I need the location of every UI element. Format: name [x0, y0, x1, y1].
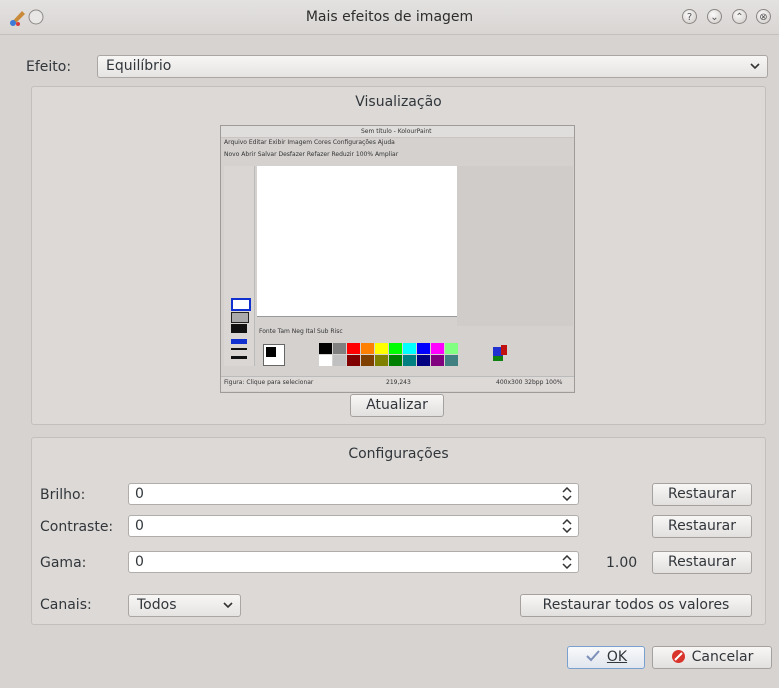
- thumb-shape-option: [231, 324, 247, 333]
- gamma-reset-button[interactable]: Restaurar: [652, 551, 752, 574]
- palette-swatch: [347, 343, 360, 354]
- thumb-line-width: [231, 348, 247, 350]
- cancel-icon: [671, 650, 685, 663]
- spin-arrows-icon[interactable]: [562, 487, 572, 501]
- brightness-value: 0: [135, 486, 144, 502]
- maximize-icon[interactable]: ⌃: [732, 9, 747, 24]
- channels-value: Todos: [137, 597, 177, 613]
- window-title: Mais efeitos de imagem: [305, 9, 474, 25]
- thumb-shape-option: [231, 312, 249, 323]
- close-icon[interactable]: ⊗: [756, 9, 771, 24]
- palette-swatch: [361, 343, 374, 354]
- cancel-button[interactable]: Cancelar: [652, 646, 772, 669]
- palette-swatch: [389, 355, 402, 366]
- channels-label: Canais:: [40, 597, 92, 613]
- thumb-status-mid: 219,243: [386, 379, 411, 386]
- effect-value: Equilíbrio: [106, 58, 172, 74]
- thumb-toolbar: Novo Abrir Salvar Desfazer Refazer Reduz…: [224, 151, 399, 158]
- palette-swatch: [347, 355, 360, 366]
- palette-swatch: [319, 343, 332, 354]
- chevron-down-icon: [223, 602, 233, 609]
- brightness-spinbox[interactable]: 0: [128, 483, 579, 505]
- palette-swatch: [375, 355, 388, 366]
- minimize-icon[interactable]: ⌄: [707, 9, 722, 24]
- palette-swatch: [403, 343, 416, 354]
- palette-swatch: [417, 355, 430, 366]
- thumb-toolbox: [224, 166, 255, 366]
- thumb-fg-colour: [266, 347, 276, 357]
- thumb-menubar: Arquivo Editar Exibir Imagem Cores Confi…: [224, 139, 395, 146]
- thumb-cube-face: [493, 356, 503, 361]
- preview-image: Sem título - KolourPaint Arquivo Editar …: [220, 125, 575, 393]
- check-icon: [586, 650, 600, 662]
- thumb-palette: [319, 343, 463, 367]
- effect-combobox[interactable]: Equilíbrio: [97, 55, 768, 78]
- contrast-reset-label: Restaurar: [667, 518, 737, 534]
- thumb-canvas: [257, 166, 458, 317]
- chevron-down-icon: [750, 63, 760, 70]
- reset-all-button[interactable]: Restaurar todos os valores: [520, 594, 752, 617]
- ok-button[interactable]: OK: [567, 646, 645, 669]
- channels-combobox[interactable]: Todos: [128, 594, 241, 617]
- thumb-status-right: 400x300 32bpp 100%: [496, 379, 563, 386]
- palette-swatch: [403, 355, 416, 366]
- thumb-shape-option: [231, 298, 251, 311]
- palette-swatch: [361, 355, 374, 366]
- thumb-title: Sem título - KolourPaint: [361, 128, 432, 135]
- palette-swatch: [333, 343, 346, 354]
- palette-swatch: [431, 355, 444, 366]
- reset-all-label: Restaurar todos os valores: [542, 597, 730, 613]
- palette-swatch: [389, 343, 402, 354]
- thumb-cube-face: [501, 345, 507, 355]
- thumb-status-left: Figura: Clique para selecionar: [224, 379, 314, 386]
- title-bar: Mais efeitos de imagem ? ⌄ ⌃ ⊗: [0, 0, 779, 35]
- effect-label: Efeito:: [26, 59, 72, 75]
- gamma-label: Gama:: [40, 555, 87, 571]
- palette-swatch: [445, 343, 458, 354]
- thumb-line-width: [231, 339, 247, 344]
- spin-arrows-icon[interactable]: [562, 555, 572, 569]
- thumb-text-toolbar: Fonte Tam Neg Ital Sub Risc: [259, 328, 343, 335]
- contrast-value: 0: [135, 518, 144, 534]
- gamma-spinbox[interactable]: 0: [128, 551, 579, 573]
- gamma-value: 0: [135, 554, 144, 570]
- preview-title: Visualização: [355, 94, 442, 110]
- brightness-reset-label: Restaurar: [667, 486, 737, 502]
- brightness-reset-button[interactable]: Restaurar: [652, 483, 752, 506]
- palette-swatch: [431, 343, 444, 354]
- cancel-label: Cancelar: [691, 649, 754, 665]
- palette-swatch: [333, 355, 346, 366]
- contrast-spinbox[interactable]: 0: [128, 515, 579, 537]
- gamma-reset-label: Restaurar: [667, 554, 737, 570]
- gamma-readout: 1.00: [606, 555, 638, 571]
- thumb-line-width: [231, 356, 247, 359]
- thumb-canvas-bg: [457, 166, 573, 326]
- refresh-label: Atualizar: [366, 397, 428, 413]
- palette-swatch: [445, 355, 458, 366]
- palette-swatch: [417, 343, 430, 354]
- brightness-label: Brilho:: [40, 487, 86, 503]
- settings-title: Configurações: [348, 446, 449, 462]
- ok-label: OK: [606, 649, 628, 665]
- palette-swatch: [319, 355, 332, 366]
- refresh-button[interactable]: Atualizar: [350, 394, 444, 417]
- spin-arrows-icon[interactable]: [562, 519, 572, 533]
- contrast-reset-button[interactable]: Restaurar: [652, 515, 752, 538]
- palette-swatch: [375, 343, 388, 354]
- contrast-label: Contraste:: [40, 519, 114, 535]
- help-icon[interactable]: ?: [682, 9, 697, 24]
